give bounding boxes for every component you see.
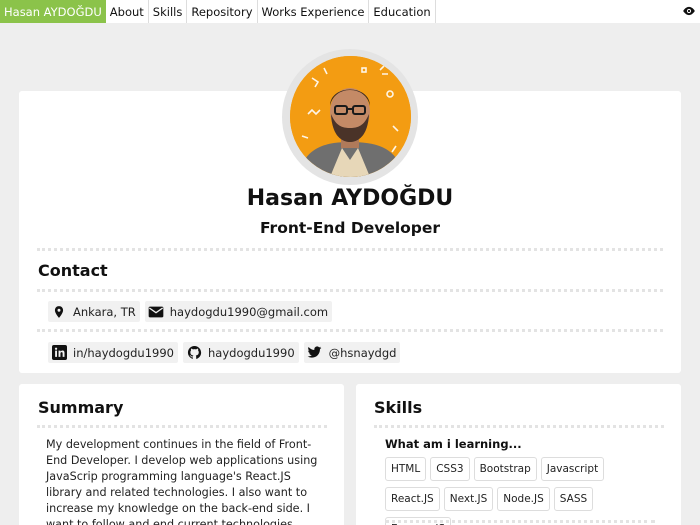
divider — [37, 425, 327, 428]
contact-row-social: in/haydogdu1990 haydogdu1990 @hsnaydgd — [48, 342, 405, 363]
avatar-photo — [290, 56, 411, 177]
linkedin-chip[interactable]: in/haydogdu1990 — [48, 342, 178, 363]
email-text[interactable]: haydogdu1990@gmail.com — [170, 305, 328, 319]
summary-text: My development continues in the field of… — [46, 438, 318, 525]
linkedin-icon — [51, 345, 67, 361]
profile-role: Front-End Developer — [259, 219, 441, 237]
location-text: Ankara, TR — [73, 304, 136, 319]
divider — [37, 289, 663, 292]
nav-item-works-experience[interactable]: Works Experience — [258, 0, 370, 23]
twitter-chip[interactable]: @hsnaydgd — [303, 342, 401, 363]
contact-title: Contact — [38, 261, 108, 280]
divider — [37, 248, 663, 251]
skill-tag: Bootstrap — [473, 457, 537, 481]
divider — [37, 329, 663, 332]
linkedin-text[interactable]: in/haydogdu1990 — [73, 346, 174, 360]
twitter-icon — [307, 345, 323, 361]
contact-row-primary: Ankara, TR haydogdu1990@gmail.com — [48, 301, 337, 322]
skill-tag: HTML — [385, 457, 427, 481]
profile-name: Hasan AYDOĞDU — [246, 186, 454, 211]
skill-tag: CSS3 — [430, 457, 470, 481]
top-navbar: Hasan AYDOĞDU About Skills Repository Wo… — [0, 0, 700, 23]
nav-item-skills[interactable]: Skills — [149, 0, 188, 23]
eye-icon[interactable] — [682, 4, 696, 18]
skill-tag: Node.JS — [497, 487, 550, 511]
skill-tag: SASS — [553, 487, 594, 511]
envelope-icon — [148, 304, 164, 320]
nav-item-education[interactable]: Education — [369, 0, 436, 23]
github-text[interactable]: haydogdu1990 — [208, 346, 295, 360]
skill-tag: Javascript — [540, 457, 605, 481]
divider — [374, 425, 664, 428]
summary-title: Summary — [38, 398, 124, 417]
skills-title: Skills — [374, 398, 423, 417]
learning-label: What am i learning... — [385, 437, 522, 451]
divider — [385, 520, 655, 523]
twitter-text[interactable]: @hsnaydgd — [329, 346, 397, 360]
location-chip: Ankara, TR — [48, 301, 140, 322]
github-chip[interactable]: haydogdu1990 — [183, 342, 299, 363]
skill-tag: Next.JS — [443, 487, 494, 511]
nav-item-about[interactable]: About — [106, 0, 149, 23]
nav-brand[interactable]: Hasan AYDOĞDU — [0, 0, 106, 23]
location-pin-icon — [51, 304, 67, 320]
email-chip[interactable]: haydogdu1990@gmail.com — [144, 301, 333, 322]
skill-tags: HTML CSS3 Bootstrap Javascript React.JS … — [385, 457, 665, 525]
avatar — [290, 56, 411, 177]
nav-item-repository[interactable]: Repository — [187, 0, 258, 23]
skill-tag: React.JS — [385, 487, 440, 511]
github-icon — [186, 345, 202, 361]
